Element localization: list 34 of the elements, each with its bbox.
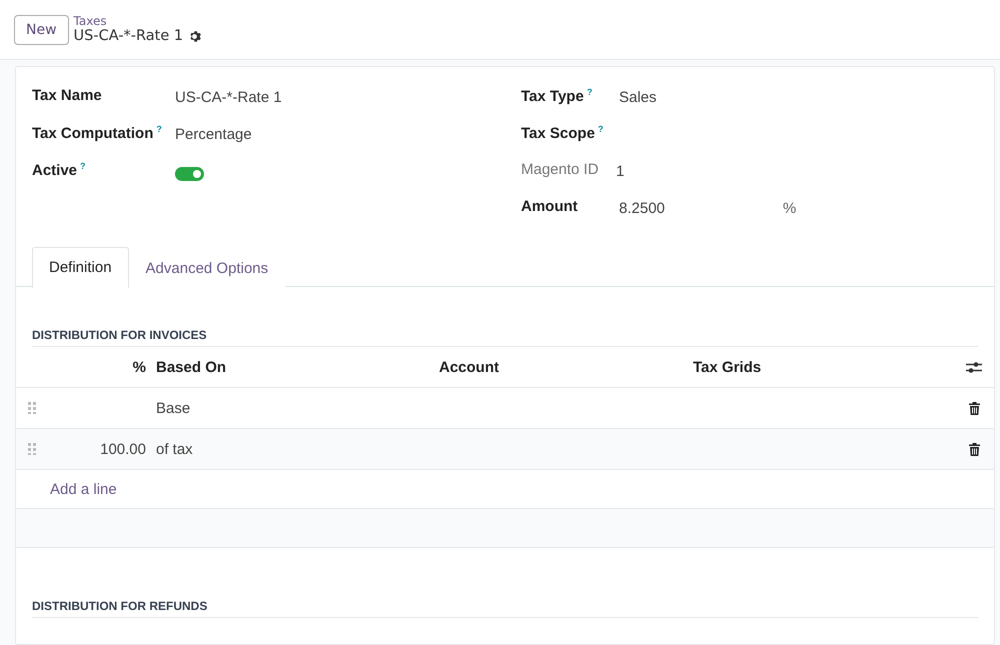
new-button[interactable]: New (14, 14, 69, 44)
field-label: Tax Computation $^{?}$ (32, 124, 163, 142)
field-label: Active $^{?}$ (32, 161, 87, 179)
trash-icon[interactable] (968, 442, 980, 456)
tab[interactable]: Definition (32, 247, 129, 288)
table-cell-text: of tax (155, 440, 194, 458)
section-title: DISTRIBUTION FOR REFUNDS (32, 599, 208, 613)
column-header: Account (438, 358, 500, 376)
unit-label: % (782, 199, 796, 217)
column-header: Based On (155, 358, 228, 376)
field-label: Tax Name (32, 87, 103, 104)
table-cell-text: 100.00 (99, 440, 146, 458)
trash-icon[interactable] (968, 402, 980, 414)
field-label: Tax Scope $^{?}$ (521, 124, 604, 142)
column-header: % (132, 358, 146, 376)
breadcrumb-link[interactable]: Taxes (74, 15, 202, 28)
add-line-link[interactable]: Add a line (16, 480, 117, 498)
field-label: Magento ID (521, 161, 600, 178)
section-title: DISTRIBUTION FOR INVOICES (32, 328, 207, 342)
field-value[interactable]: US-CA-*-Rate 1 (175, 87, 282, 106)
field-label: Tax Type $^{?}$ (521, 87, 594, 105)
sliders-icon[interactable] (966, 360, 982, 374)
field-value[interactable]: Percentage (175, 124, 252, 143)
record-title: US-CA-*-Rate 1 (74, 28, 184, 44)
drag-handle-icon[interactable] (28, 443, 36, 455)
table-cell-text: Base (155, 400, 192, 416)
settings-icon[interactable] (188, 30, 202, 42)
toggle-switch[interactable] (175, 167, 204, 181)
field-value[interactable]: 1 (616, 161, 624, 180)
drag-handle-icon[interactable] (28, 402, 36, 414)
field-value[interactable]: Sales (619, 87, 657, 106)
column-header: Tax Grids (692, 358, 762, 376)
field-value[interactable]: 8.2500 (619, 198, 665, 217)
field-label: Amount (521, 198, 579, 215)
